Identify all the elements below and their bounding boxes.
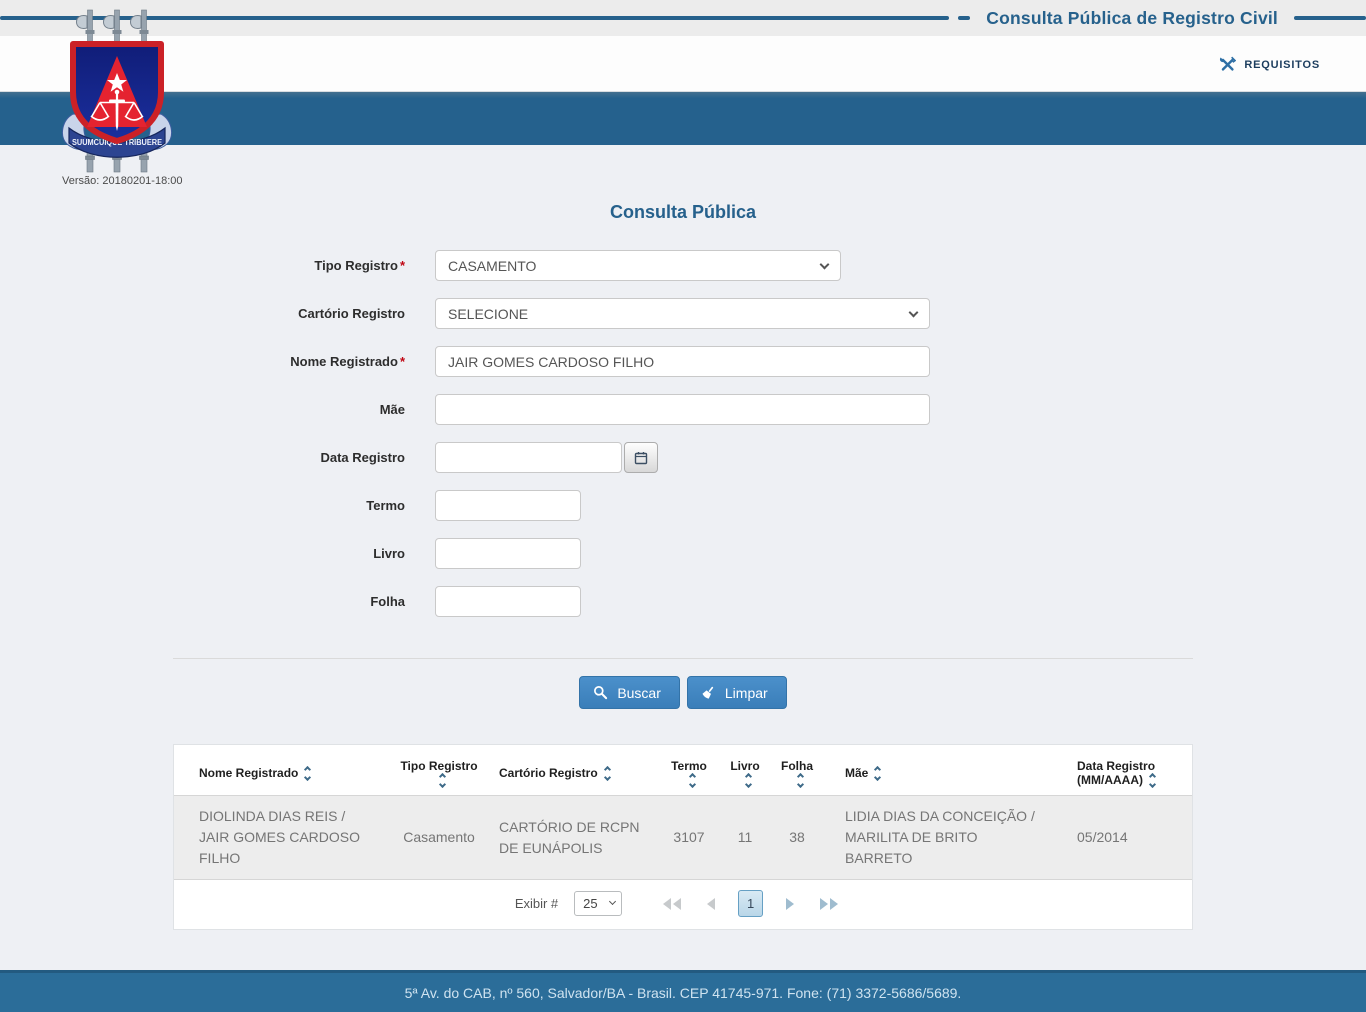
title-rule-dash: [958, 16, 970, 20]
required-asterisk: *: [400, 354, 405, 369]
livro-input[interactable]: [435, 538, 581, 569]
coat-of-arms: SUUMCUIQUE TRIBUERE: [57, 4, 177, 176]
cell-data-registro: 05/2014: [1055, 796, 1192, 880]
nome-registrado-label: Nome Registrado*: [173, 354, 405, 369]
app-title: Consulta Pública de Registro Civil: [986, 8, 1278, 29]
tools-icon: [1219, 56, 1236, 73]
termo-input[interactable]: [435, 490, 581, 521]
cell-livro: 11: [719, 796, 771, 880]
version-text: Versão: 20180201-18:00: [62, 175, 183, 187]
form-row-tipo-registro: Tipo Registro* CASAMENTO: [173, 250, 1193, 281]
col-header-cartorio-registro[interactable]: Cartório Registro: [489, 745, 659, 796]
tipo-registro-label: Tipo Registro*: [173, 258, 405, 273]
col-header-data-registro[interactable]: Data Registro (MM/AAAA): [1055, 745, 1192, 796]
sort-icon: [440, 774, 445, 787]
nome-registrado-input[interactable]: [435, 346, 930, 377]
sort-icon: [746, 774, 751, 787]
main-content: Consulta Pública Tipo Registro* CASAMENT…: [173, 202, 1193, 930]
form-divider: [173, 658, 1193, 659]
col-header-folha[interactable]: Folha: [771, 745, 823, 796]
sort-icon: [690, 774, 695, 787]
previous-page-button[interactable]: [707, 898, 715, 910]
limpar-button[interactable]: Limpar: [687, 676, 787, 709]
cell-mae: LIDIA DIAS DA CONCEIÇÃO / MARILITA DE BR…: [823, 796, 1055, 880]
cell-termo: 3107: [659, 796, 719, 880]
footer-address: 5ª Av. do CAB, nº 560, Salvador/BA - Bra…: [405, 985, 962, 1001]
tipo-registro-select[interactable]: CASAMENTO: [435, 250, 841, 281]
folha-label: Folha: [173, 594, 405, 609]
form-row-nome-registrado: Nome Registrado*: [173, 346, 1193, 377]
cartorio-registro-label: Cartório Registro: [173, 306, 405, 321]
col-header-tipo-registro[interactable]: Tipo Registro: [389, 745, 489, 796]
current-page-button[interactable]: 1: [738, 890, 763, 917]
col-header-livro[interactable]: Livro: [719, 745, 771, 796]
pagination: Exibir # 25 1: [174, 880, 1192, 929]
page-title: Consulta Pública: [173, 202, 1193, 223]
calendar-button[interactable]: [624, 442, 658, 473]
footer: 5ª Av. do CAB, nº 560, Salvador/BA - Bra…: [0, 970, 1366, 1012]
col-header-termo[interactable]: Termo: [659, 745, 719, 796]
sort-icon: [875, 767, 880, 780]
sort-icon: [798, 774, 803, 787]
next-page-button[interactable]: [786, 898, 794, 910]
broom-icon: [701, 685, 716, 700]
data-registro-label: Data Registro: [173, 450, 405, 465]
results-table: Nome Registrado Tipo Registro Cartório R…: [174, 745, 1192, 880]
header-band: REQUISITOS: [0, 36, 1366, 92]
requisitos-link[interactable]: REQUISITOS: [1219, 56, 1320, 73]
folha-input[interactable]: [435, 586, 581, 617]
cell-cartorio-registro: CARTÓRIO DE RCPN DE EUNÁPOLIS: [489, 796, 659, 880]
exibir-label: Exibir #: [515, 896, 558, 911]
mae-label: Mãe: [173, 402, 405, 417]
header-row: Nome Registrado Tipo Registro Cartório R…: [174, 745, 1192, 796]
cell-tipo-registro: Casamento: [389, 796, 489, 880]
title-rule-right: [1294, 16, 1366, 20]
first-page-button[interactable]: [663, 898, 681, 910]
search-icon: [593, 685, 608, 700]
required-asterisk: *: [400, 258, 405, 273]
table-row: DIOLINDA DIAS REIS / JAIR GOMES CARDOSO …: [174, 796, 1192, 880]
form-row-mae: Mãe: [173, 394, 1193, 425]
sort-icon: [1150, 774, 1155, 787]
page-size-select[interactable]: 25: [574, 891, 622, 916]
form-row-termo: Termo: [173, 490, 1193, 521]
form-row-livro: Livro: [173, 538, 1193, 569]
form-row-cartorio-registro: Cartório Registro SELECIONE: [173, 298, 1193, 329]
livro-label: Livro: [173, 546, 405, 561]
requisitos-label: REQUISITOS: [1244, 59, 1320, 71]
cartorio-registro-select[interactable]: SELECIONE: [435, 298, 930, 329]
cell-folha: 38: [771, 796, 823, 880]
col-header-nome-registrado[interactable]: Nome Registrado: [174, 745, 389, 796]
tjba-logo: SUUMCUIQUE TRIBUERE: [57, 4, 177, 176]
mae-input[interactable]: [435, 394, 930, 425]
cell-nome-registrado: DIOLINDA DIAS REIS / JAIR GOMES CARDOSO …: [174, 796, 389, 880]
buscar-button[interactable]: Buscar: [579, 676, 680, 709]
form-row-data-registro: Data Registro: [173, 442, 1193, 473]
results-card: Nome Registrado Tipo Registro Cartório R…: [173, 744, 1193, 930]
calendar-icon: [634, 451, 648, 465]
last-page-button[interactable]: [820, 898, 838, 910]
col-header-mae[interactable]: Mãe: [823, 745, 1055, 796]
top-bar: Consulta Pública de Registro Civil: [0, 0, 1366, 36]
form-row-folha: Folha: [173, 586, 1193, 617]
termo-label: Termo: [173, 498, 405, 513]
data-registro-input[interactable]: [435, 442, 622, 473]
blue-band: [0, 92, 1366, 145]
sort-icon: [305, 767, 310, 780]
sort-icon: [605, 767, 610, 780]
